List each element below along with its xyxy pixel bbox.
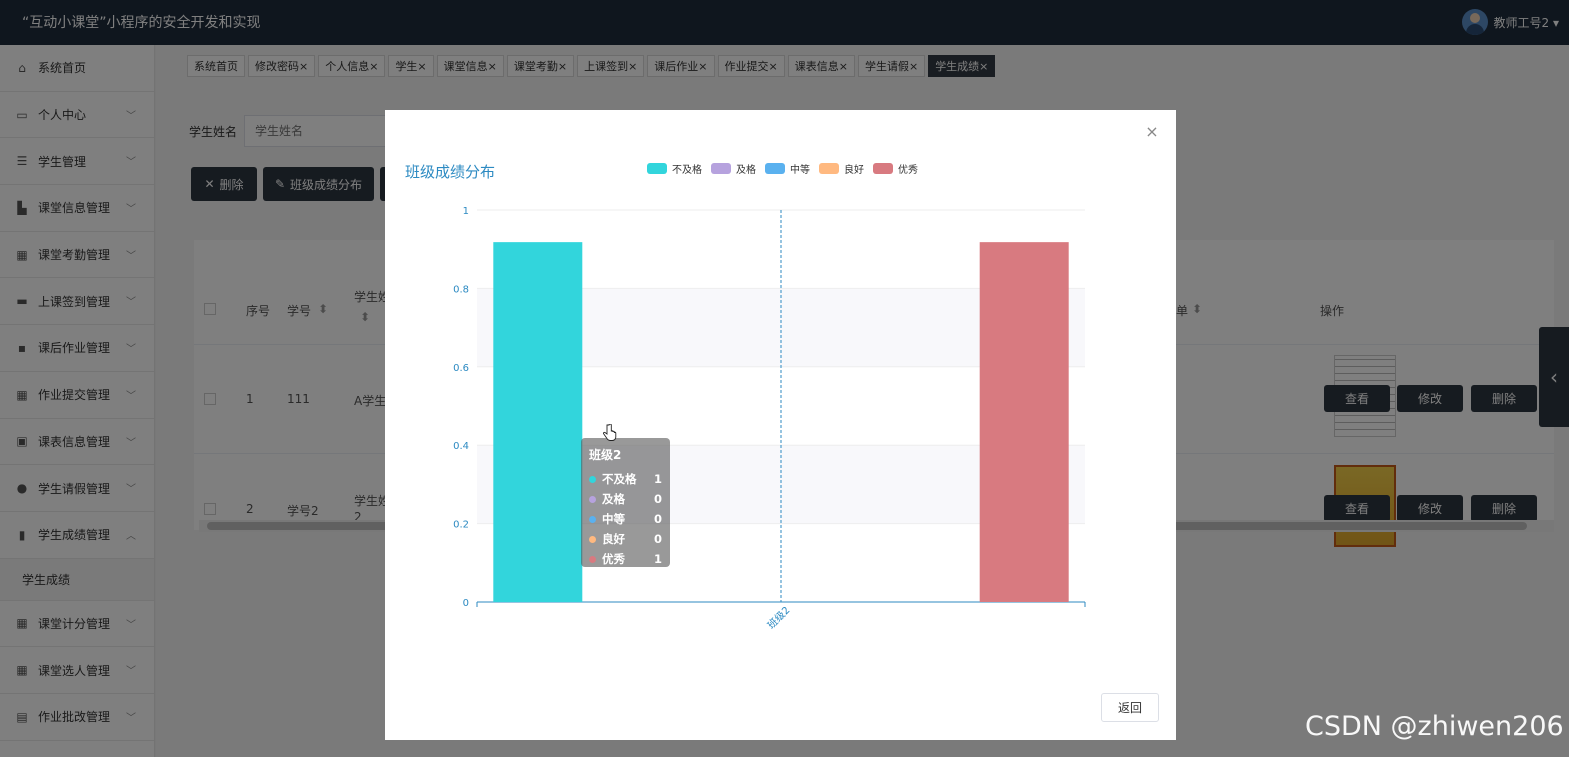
tooltip-dot (589, 495, 596, 503)
tooltip-dot (589, 515, 596, 523)
tooltip-dot (589, 475, 596, 483)
tooltip-title: 班级2 (589, 448, 622, 462)
y-tick-label: 0.8 (453, 284, 469, 295)
bar-chart: 0 0.2 0.4 0.6 0.8 1 班级2 (453, 206, 1086, 631)
return-button[interactable]: 返回 (1101, 693, 1159, 722)
tooltip-series-value: 1 (653, 472, 662, 486)
y-tick-label: 1 (463, 206, 469, 217)
tooltip-series-value: 0 (653, 512, 662, 526)
tooltip-series-name: 中等 (602, 512, 625, 526)
tooltip-dot (589, 535, 596, 543)
hand-cursor-icon (603, 424, 617, 441)
tooltip-row: 不及格 1 (589, 469, 662, 489)
tooltip-series-value: 0 (653, 492, 662, 506)
bar (979, 242, 1069, 603)
y-tick-label: 0 (463, 598, 469, 609)
tooltip-row: 优秀 1 (589, 549, 662, 569)
tooltip-row: 良好 0 (589, 529, 662, 549)
tooltip-series-value: 1 (653, 552, 662, 566)
tooltip-row: 及格 0 (589, 489, 662, 509)
bar (493, 242, 583, 603)
tooltip-series-name: 良好 (602, 532, 625, 546)
chart-tooltip: 班级2 不及格 1 及格 0 中等 0 良好 0 优秀 1 (581, 438, 670, 567)
grade-distribution-dialog: × 班级成绩分布 不及格 及格 中等 良好 优秀 0 0.2 0.4 0.6 0.8 1 班级2 返… (385, 110, 1176, 740)
y-tick-label: 0.4 (453, 441, 469, 452)
x-tick-label: 班级2 (765, 604, 792, 631)
tooltip-series-name: 及格 (602, 492, 625, 506)
tooltip-series-name: 不及格 (602, 472, 637, 486)
y-tick-label: 0.6 (453, 363, 469, 374)
tooltip-row: 中等 0 (589, 509, 662, 529)
watermark: CSDN @zhiwen206 (1305, 711, 1564, 742)
y-tick-label: 0.2 (453, 520, 469, 531)
tooltip-series-value: 0 (653, 532, 662, 546)
tooltip-dot (589, 555, 596, 563)
tooltip-series-name: 优秀 (602, 552, 625, 566)
